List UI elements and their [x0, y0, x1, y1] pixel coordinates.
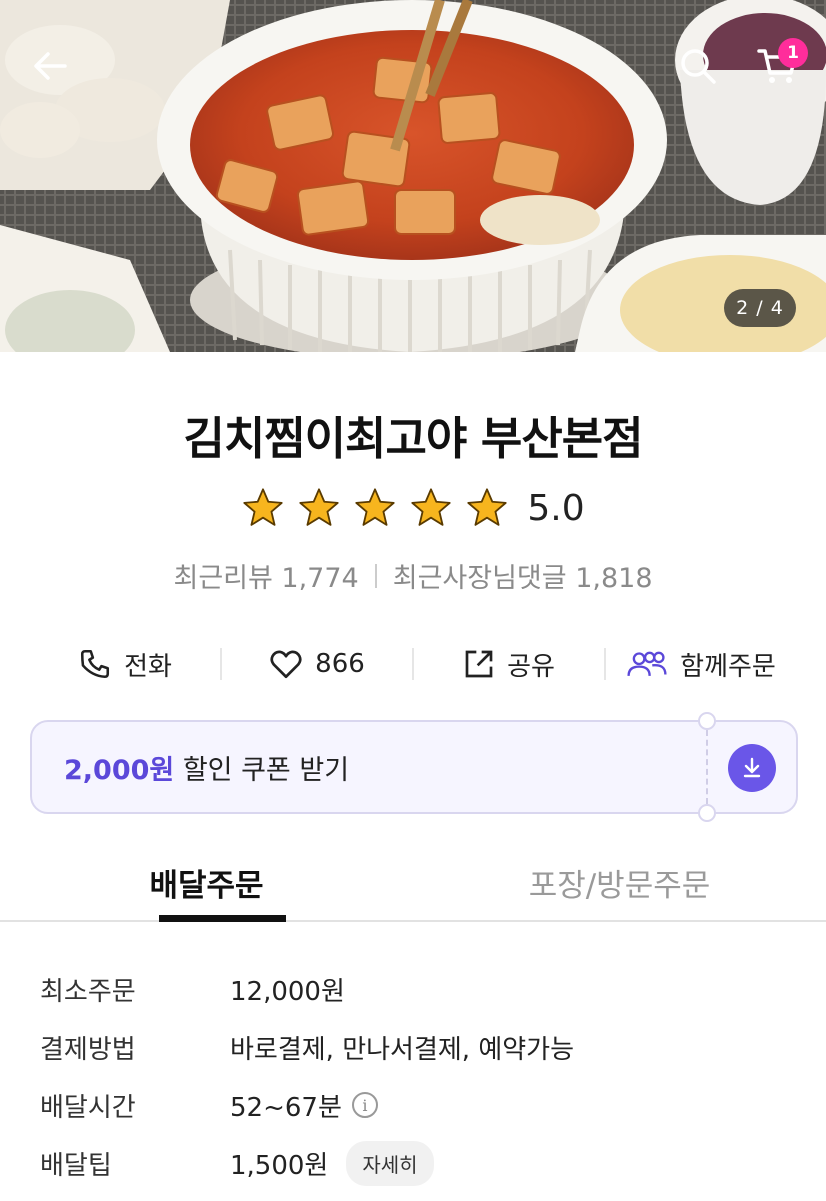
delivery-info: 최소주문 12,000원 결제방법 바로결제, 만나서결제, 예약가능 배달시간… [40, 960, 800, 1192]
back-button[interactable] [20, 36, 80, 96]
search-icon [681, 49, 716, 84]
info-row-payment: 결제방법 바로결제, 만나서결제, 예약가능 [40, 1018, 800, 1076]
info-value-wrap: 52~67분 i [230, 1087, 378, 1124]
share-button[interactable]: 공유 [414, 636, 604, 692]
group-order-button[interactable]: 함께주문 [606, 636, 796, 692]
info-row-min-order: 최소주문 12,000원 [40, 960, 800, 1018]
arrow-left-icon [34, 52, 67, 80]
store-actions: 전화 866 공유 함께주문 [30, 636, 796, 692]
star-icon [355, 488, 395, 526]
divider [374, 563, 377, 588]
like-count: 866 [315, 649, 365, 679]
rating-stars [241, 486, 509, 530]
review-summary[interactable]: 최근리뷰 1,774 최근사장님댓글 1,818 [0, 556, 826, 595]
download-icon [743, 757, 761, 778]
coupon-download-button[interactable] [728, 744, 776, 792]
cart-button[interactable]: 1 [748, 36, 808, 96]
like-button[interactable]: 866 [222, 636, 412, 692]
info-value: 52~67분 [230, 1092, 342, 1123]
call-button[interactable]: 전화 [30, 636, 220, 692]
tab-delivery[interactable]: 배달주문 [0, 850, 413, 922]
search-button[interactable] [668, 36, 728, 96]
phone-icon [81, 649, 110, 679]
tab-label: 배달주문 [149, 868, 264, 904]
hero-image[interactable]: 1 2 / 4 [0, 0, 826, 352]
info-icon[interactable]: i [351, 1092, 378, 1118]
share-icon [465, 650, 493, 678]
star-icon [299, 488, 339, 526]
coupon-divider [706, 730, 708, 804]
group-users-icon [627, 651, 667, 676]
coupon-text: 2,000원 할인 쿠폰 받기 [64, 748, 349, 787]
info-label: 배달시간 [40, 1092, 136, 1123]
tab-pickup[interactable]: 포장/방문주문 [413, 850, 826, 920]
active-tab-indicator [159, 915, 286, 922]
coupon-notch [698, 804, 716, 822]
call-label: 전화 [124, 651, 172, 682]
star-icon [467, 488, 507, 526]
rating-value: 5.0 [527, 487, 585, 529]
coupon-label: 할인 쿠폰 받기 [174, 755, 350, 786]
image-page-indicator: 2 / 4 [724, 289, 796, 327]
info-label: 결제방법 [40, 1034, 136, 1065]
store-name: 김치찜이최고야 부산본점 [183, 412, 643, 465]
info-value: 1,500원 [230, 1150, 329, 1181]
rating-row: 5.0 [0, 486, 826, 530]
cart-count-badge: 1 [778, 38, 808, 68]
order-type-tabs: 배달주문 포장/방문주문 [0, 850, 826, 922]
group-order-label: 함께주문 [680, 651, 776, 682]
star-icon [243, 488, 283, 526]
info-row-delivery-time: 배달시간 52~67분 i [40, 1076, 800, 1134]
share-label: 공유 [507, 651, 555, 682]
star-icon [411, 488, 451, 526]
heart-icon [270, 650, 302, 679]
info-row-delivery-tip: 배달팁 1,500원 자세히 [40, 1134, 800, 1192]
info-value-wrap: 1,500원 자세히 [230, 1140, 434, 1186]
tab-label: 포장/방문주문 [528, 868, 711, 904]
coupon-banner[interactable]: 2,000원 할인 쿠폰 받기 [30, 712, 798, 822]
coupon-amount: 2,000원 [64, 755, 175, 786]
info-value: 바로결제, 만나서결제, 예약가능 [230, 1034, 575, 1065]
delivery-tip-detail-button[interactable]: 자세히 [346, 1140, 434, 1186]
owner-replies[interactable]: 최근사장님댓글 1,818 [393, 556, 653, 595]
recent-reviews[interactable]: 최근리뷰 1,774 [173, 556, 358, 595]
info-label: 최소주문 [40, 976, 136, 1007]
info-value: 12,000원 [230, 976, 345, 1007]
info-label: 배달팁 [40, 1150, 112, 1181]
coupon-notch [698, 712, 716, 730]
